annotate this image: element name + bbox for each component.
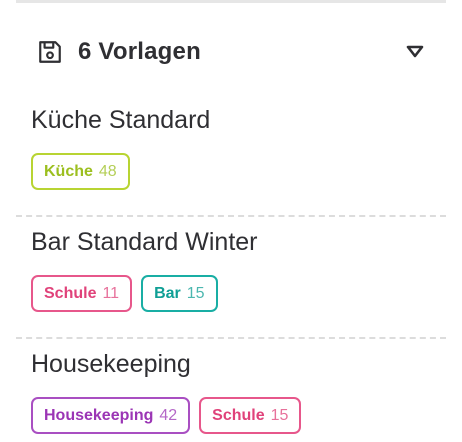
templates-count-title: 6 Vorlagen [78, 38, 201, 65]
tag-chip[interactable]: Schule 15 [199, 397, 302, 434]
save-icon [36, 38, 64, 66]
tag-list: Housekeeping 42 Schule 15 [31, 397, 446, 434]
template-name: Küche Standard [31, 106, 211, 134]
triangle-down-icon[interactable] [404, 41, 426, 63]
tag-chip[interactable]: Bar 15 [141, 275, 218, 312]
tag-label: Bar [154, 284, 181, 302]
template-list: Küche Standard Küche 48 Bar Standard Win… [16, 95, 446, 442]
tag-chip[interactable]: Küche 48 [31, 153, 130, 190]
tag-label: Schule [44, 284, 97, 302]
tag-label: Schule [212, 406, 265, 424]
tag-count: 15 [186, 284, 205, 302]
templates-header[interactable]: 6 Vorlagen [36, 34, 426, 70]
tag-count: 15 [270, 406, 289, 424]
template-name: Housekeeping [31, 350, 191, 378]
template-item[interactable]: Housekeeping Housekeeping 42 Schule 15 [16, 339, 446, 442]
template-item[interactable]: Küche Standard Küche 48 [16, 95, 446, 217]
tag-chip[interactable]: Housekeeping 42 [31, 397, 191, 434]
tag-list: Küche 48 [31, 153, 446, 190]
tag-chip[interactable]: Schule 11 [31, 275, 133, 312]
tag-count: 48 [98, 162, 117, 180]
tag-count: 11 [102, 284, 120, 302]
template-item[interactable]: Bar Standard Winter Schule 11 Bar 15 [16, 217, 446, 339]
tag-label: Housekeeping [44, 406, 154, 424]
templates-panel: 6 Vorlagen Küche Standard Küche 48 Bar S… [0, 0, 462, 442]
tag-label: Küche [44, 162, 93, 180]
top-divider [16, 0, 446, 3]
template-name: Bar Standard Winter [31, 228, 258, 256]
tag-list: Schule 11 Bar 15 [31, 275, 446, 312]
tag-count: 42 [159, 406, 178, 424]
